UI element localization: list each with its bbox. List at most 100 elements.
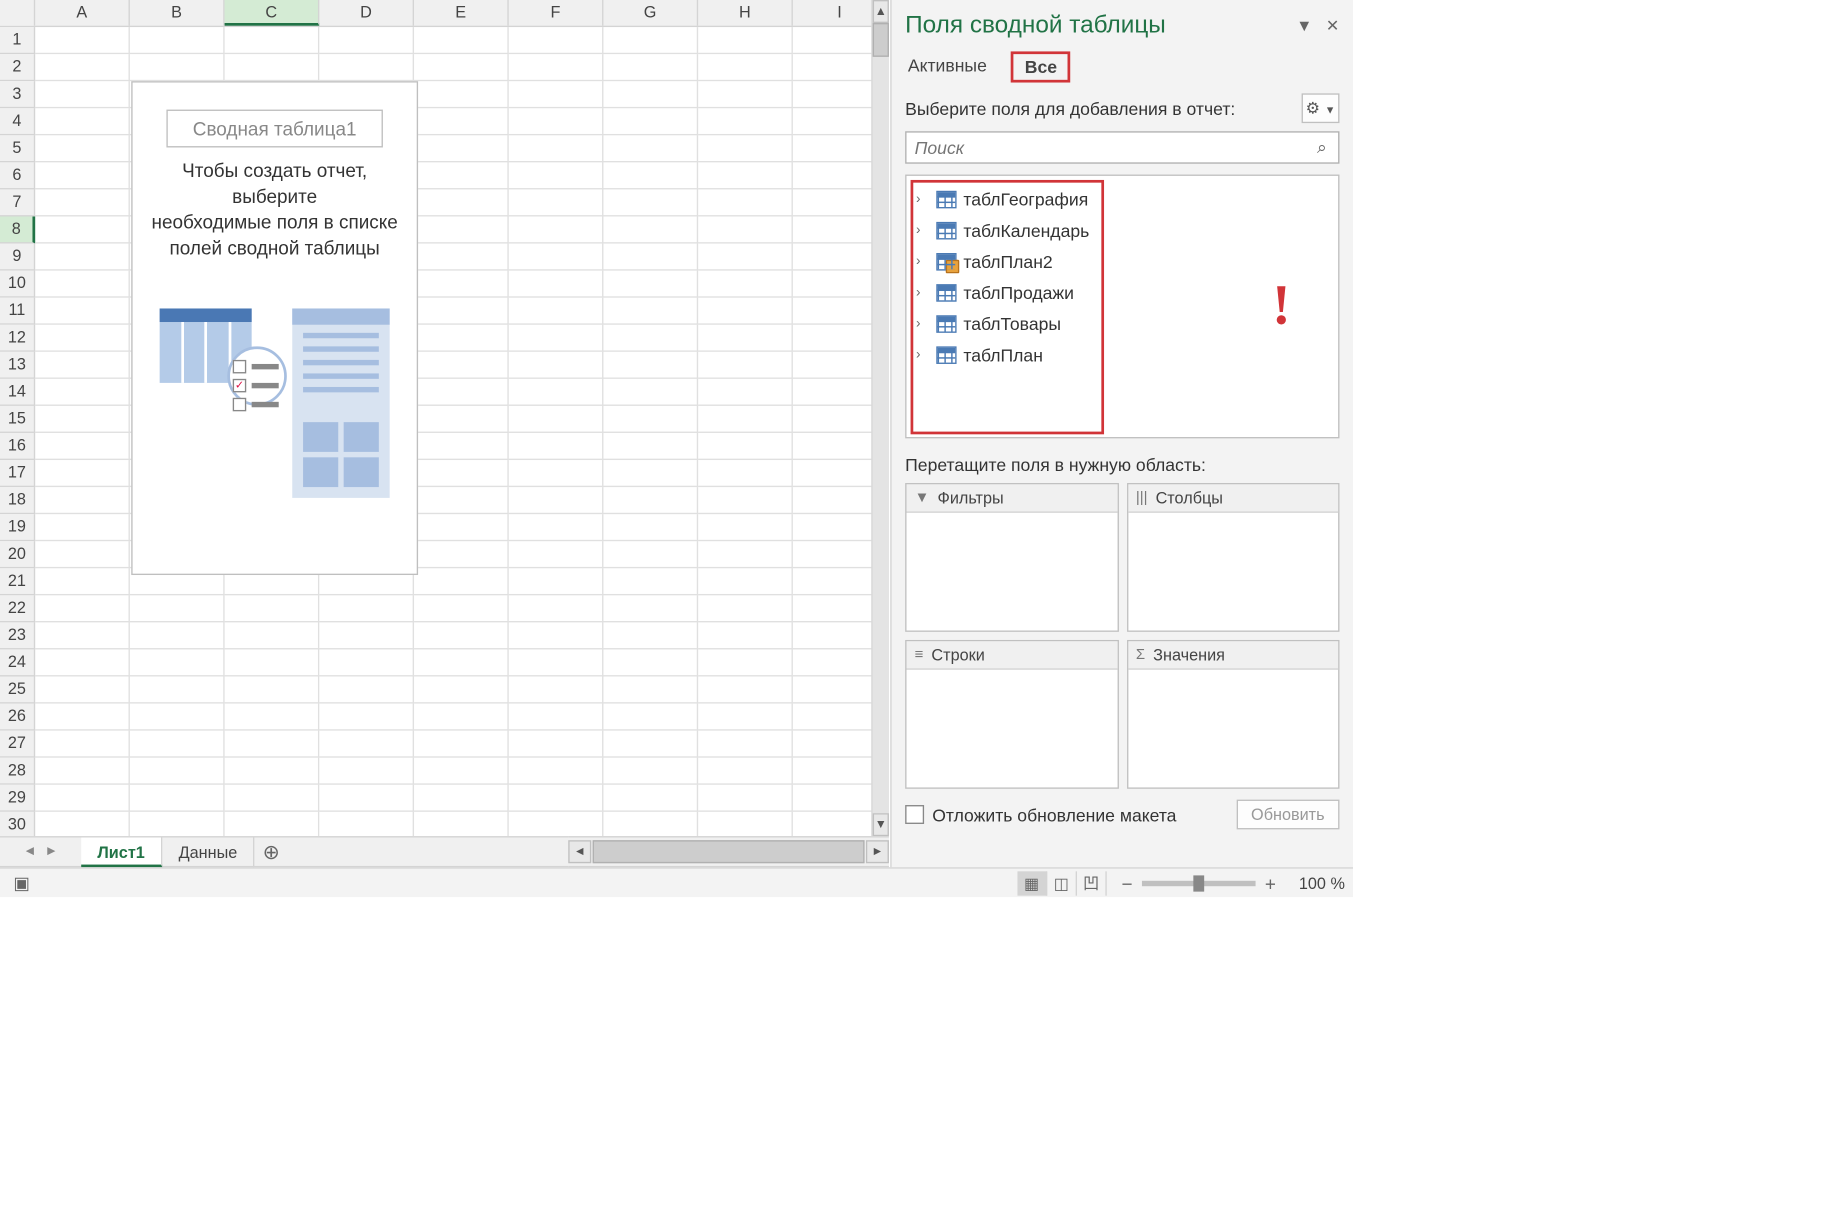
cell[interactable] xyxy=(414,460,509,487)
cell[interactable] xyxy=(414,406,509,433)
cell[interactable] xyxy=(414,487,509,514)
cell[interactable] xyxy=(35,677,130,704)
col-header[interactable]: H xyxy=(698,0,793,26)
row-header[interactable]: 18 xyxy=(0,487,35,514)
cell[interactable] xyxy=(130,785,225,812)
row-header[interactable]: 10 xyxy=(0,271,35,298)
cell[interactable] xyxy=(414,162,509,189)
page-layout-view-button[interactable]: ◫ xyxy=(1047,871,1077,895)
cell[interactable] xyxy=(130,622,225,649)
tab-active-fields[interactable]: Активные xyxy=(905,51,989,82)
scroll-thumb[interactable] xyxy=(593,840,865,863)
cell[interactable] xyxy=(509,325,604,352)
zoom-out-button[interactable]: − xyxy=(1118,872,1137,894)
field-item[interactable]: ›таблГеография xyxy=(911,184,1334,215)
row-header[interactable]: 20 xyxy=(0,541,35,568)
cell[interactable] xyxy=(603,785,698,812)
row-header[interactable]: 26 xyxy=(0,704,35,731)
cell[interactable] xyxy=(603,812,698,839)
cell[interactable] xyxy=(698,541,793,568)
cell[interactable] xyxy=(414,758,509,785)
cell[interactable] xyxy=(509,81,604,108)
cell[interactable] xyxy=(509,433,604,460)
cell[interactable] xyxy=(698,189,793,216)
row-header[interactable]: 28 xyxy=(0,758,35,785)
cell[interactable] xyxy=(698,758,793,785)
cell[interactable] xyxy=(698,812,793,839)
row-header[interactable]: 14 xyxy=(0,379,35,406)
cell[interactable] xyxy=(35,704,130,731)
cell[interactable] xyxy=(698,54,793,81)
col-header[interactable]: D xyxy=(319,0,414,26)
col-header[interactable]: C xyxy=(225,0,320,26)
cell[interactable] xyxy=(603,244,698,271)
cell[interactable] xyxy=(35,216,130,243)
cell[interactable] xyxy=(603,433,698,460)
cell[interactable] xyxy=(603,271,698,298)
cell[interactable] xyxy=(698,271,793,298)
cell[interactable] xyxy=(35,758,130,785)
cell[interactable] xyxy=(225,622,320,649)
cell[interactable] xyxy=(414,379,509,406)
expand-icon[interactable]: › xyxy=(916,285,930,300)
cell[interactable] xyxy=(509,541,604,568)
rows-zone[interactable]: ≡Строки xyxy=(905,640,1118,789)
field-item[interactable]: ›таблПлан xyxy=(911,340,1334,371)
cell[interactable] xyxy=(414,731,509,758)
cell[interactable] xyxy=(698,352,793,379)
cell[interactable] xyxy=(698,325,793,352)
field-search[interactable]: ⌕ xyxy=(905,131,1339,163)
cell[interactable] xyxy=(414,649,509,676)
cell[interactable] xyxy=(509,785,604,812)
cell[interactable] xyxy=(319,622,414,649)
scroll-track[interactable] xyxy=(593,840,865,863)
next-sheet-icon[interactable]: ► xyxy=(45,844,58,859)
cell[interactable] xyxy=(414,27,509,54)
cell[interactable] xyxy=(35,244,130,271)
cell[interactable] xyxy=(509,189,604,216)
cell[interactable] xyxy=(35,785,130,812)
update-button[interactable]: Обновить xyxy=(1236,800,1339,830)
row-header[interactable]: 12 xyxy=(0,325,35,352)
cell[interactable] xyxy=(509,298,604,325)
cell[interactable] xyxy=(225,785,320,812)
cell[interactable] xyxy=(35,379,130,406)
row-header[interactable]: 19 xyxy=(0,514,35,541)
row-header[interactable]: 4 xyxy=(0,108,35,135)
cell[interactable] xyxy=(414,271,509,298)
zoom-thumb[interactable] xyxy=(1193,875,1204,891)
cell[interactable] xyxy=(698,595,793,622)
cell[interactable] xyxy=(509,812,604,839)
row-header[interactable]: 1 xyxy=(0,27,35,54)
cell[interactable] xyxy=(603,135,698,162)
cell[interactable] xyxy=(698,677,793,704)
cell[interactable] xyxy=(509,731,604,758)
cell[interactable] xyxy=(225,649,320,676)
zoom-slider[interactable]: − + xyxy=(1118,872,1280,894)
filters-zone[interactable]: ▼Фильтры xyxy=(905,483,1118,632)
cell[interactable] xyxy=(698,622,793,649)
cell[interactable] xyxy=(603,704,698,731)
tools-dropdown[interactable]: ⚙ ▼ xyxy=(1302,93,1340,123)
cell[interactable] xyxy=(414,216,509,243)
cell[interactable] xyxy=(509,162,604,189)
cell[interactable] xyxy=(414,189,509,216)
cell[interactable] xyxy=(414,622,509,649)
zoom-track[interactable] xyxy=(1142,880,1256,885)
cell[interactable] xyxy=(509,568,604,595)
cell[interactable] xyxy=(130,595,225,622)
cell[interactable] xyxy=(509,271,604,298)
cell[interactable] xyxy=(698,135,793,162)
row-header[interactable]: 6 xyxy=(0,162,35,189)
cell[interactable] xyxy=(509,758,604,785)
cell[interactable] xyxy=(319,27,414,54)
tab-all-fields[interactable]: Все xyxy=(1011,51,1070,82)
scroll-thumb[interactable] xyxy=(873,23,889,57)
columns-zone[interactable]: |||Столбцы xyxy=(1126,483,1339,632)
cell[interactable] xyxy=(414,298,509,325)
cell[interactable] xyxy=(509,677,604,704)
cell[interactable] xyxy=(414,812,509,839)
pivot-table-placeholder[interactable]: Сводная таблица1 Чтобы создать отчет, вы… xyxy=(131,81,418,575)
cell[interactable] xyxy=(130,27,225,54)
close-icon[interactable]: ✕ xyxy=(1326,16,1340,35)
